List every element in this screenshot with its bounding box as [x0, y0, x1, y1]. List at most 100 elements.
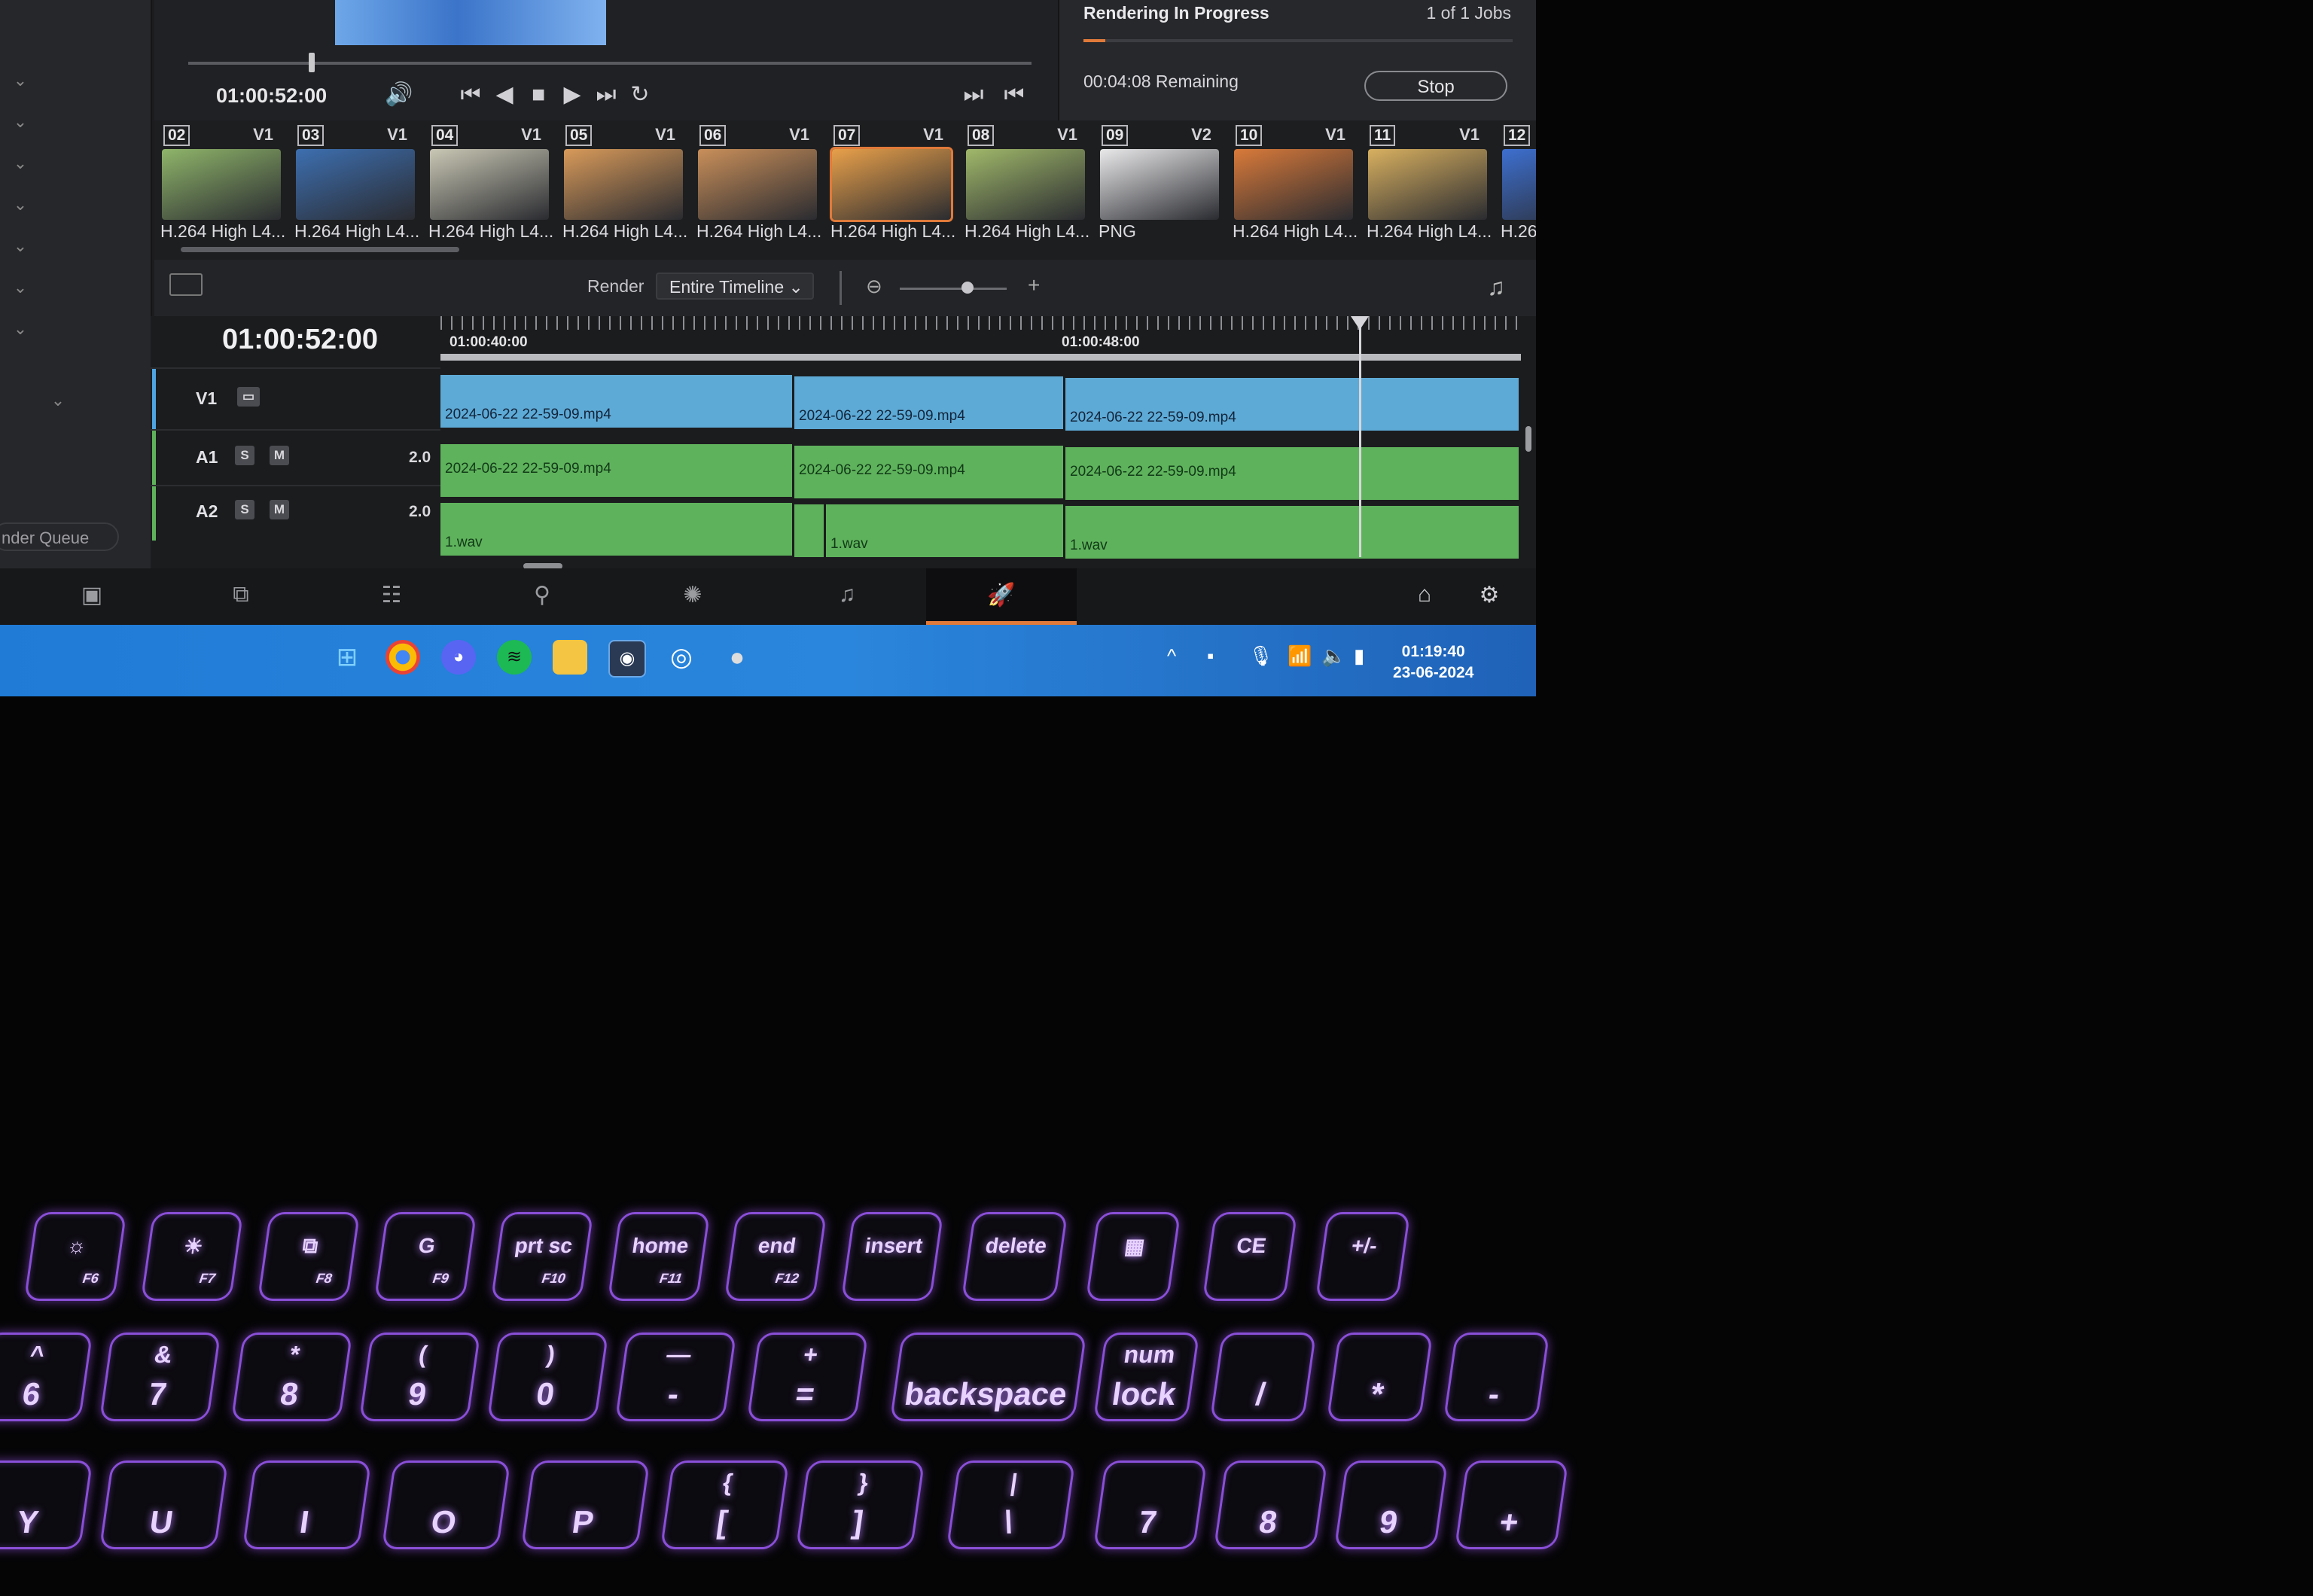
clip-thumbnail[interactable]: 04 V1 H.264 High L4...	[422, 120, 553, 256]
zoom-out-icon[interactable]: ⊖	[866, 275, 882, 298]
deliver-page-icon[interactable]: 🚀	[979, 582, 1024, 608]
chevron-down-icon[interactable]: ⌄	[8, 316, 33, 342]
timeline-vertical-scrollbar[interactable]	[1525, 426, 1531, 452]
clip-thumbnail[interactable]: 05 V1 H.264 High L4...	[556, 120, 687, 256]
chevron-down-icon[interactable]: ⌄	[8, 109, 33, 135]
keyboard-key[interactable]: ⧉ F8	[257, 1212, 361, 1301]
chevron-down-icon[interactable]: ⌄	[45, 388, 71, 413]
keyboard-key[interactable]: {[	[660, 1460, 790, 1549]
keyboard-key[interactable]: U	[99, 1460, 229, 1549]
clip-thumbnail[interactable]: 12 H.264	[1495, 120, 1536, 256]
keyboard-key[interactable]: }]	[795, 1460, 925, 1549]
keyboard-key[interactable]: 7	[1093, 1460, 1208, 1549]
settings-gear-icon[interactable]: ⚙	[1467, 582, 1512, 608]
wifi-icon[interactable]: 📶	[1288, 644, 1312, 668]
keyboard-key[interactable]: ^ 6	[0, 1333, 93, 1421]
zoom-slider[interactable]	[900, 288, 1007, 290]
prev-clip-icon[interactable]: ⏮	[999, 81, 1029, 108]
battery-icon[interactable]: ▮	[1354, 644, 1364, 668]
audio-clip[interactable]	[794, 504, 826, 557]
keyboard-key[interactable]: ▦	[1085, 1212, 1181, 1301]
spotify-icon[interactable]: ≋	[497, 640, 532, 675]
color-page-icon[interactable]: ✺	[670, 582, 715, 608]
video-clip[interactable]: 2024-06-22 22-59-09.mp4	[1065, 378, 1521, 431]
zoom-in-icon[interactable]: +	[1028, 273, 1040, 297]
loop-icon[interactable]: ↻	[625, 81, 655, 108]
video-clip[interactable]: 2024-06-22 22-59-09.mp4	[440, 375, 794, 428]
keyboard-key[interactable]: ☀ F7	[140, 1212, 244, 1301]
next-clip-icon[interactable]: ⏭	[958, 81, 989, 108]
keyboard-key[interactable]: end F12	[724, 1212, 827, 1301]
keyboard-key[interactable]: G F9	[373, 1212, 477, 1301]
keyboard-key[interactable]: | \	[946, 1460, 1076, 1549]
keyboard-key[interactable]: CE	[1202, 1212, 1298, 1301]
tray-app-icon[interactable]: ▪	[1207, 644, 1214, 668]
audio-clip[interactable]: 2024-06-22 22-59-09.mp4	[794, 446, 1065, 498]
chevron-down-icon[interactable]: ⌄	[8, 151, 33, 176]
play-icon[interactable]: ▶	[557, 81, 587, 108]
track-header-a2[interactable]: A2 S M 2.0	[151, 485, 440, 541]
keyboard-key[interactable]: delete	[961, 1212, 1068, 1301]
keyboard-key[interactable]: num lock	[1093, 1333, 1200, 1421]
keyboard-key[interactable]: + =	[746, 1333, 869, 1421]
speaker-icon[interactable]: 🔈	[1321, 644, 1345, 668]
audio-clip[interactable]: 2024-06-22 22-59-09.mp4	[1065, 447, 1521, 500]
solo-button[interactable]: S	[235, 446, 254, 465]
keyboard-key[interactable]: & 7	[99, 1333, 221, 1421]
track-header-a1[interactable]: A1 S M 2.0	[151, 429, 440, 485]
step-back-icon[interactable]: ◀	[489, 81, 520, 108]
windows-start-icon[interactable]: ⊞	[330, 640, 364, 675]
mute-button[interactable]: M	[270, 446, 289, 465]
solo-button[interactable]: S	[235, 500, 254, 519]
taskbar-clock[interactable]: 01:19:40 23-06-2024	[1393, 641, 1473, 684]
chevron-down-icon[interactable]: ⌄	[8, 68, 33, 93]
scrubber-handle[interactable]	[309, 53, 315, 72]
chevron-down-icon[interactable]: ⌄	[8, 233, 33, 259]
mute-button[interactable]: M	[270, 500, 289, 519]
keyboard-key[interactable]: — -	[614, 1333, 737, 1421]
clip-thumbnail[interactable]: 07 V1 H.264 High L4...	[824, 120, 955, 256]
go-to-end-icon[interactable]: ⏭	[591, 81, 621, 108]
obs-icon[interactable]: ◎	[664, 640, 699, 675]
fusion-page-icon[interactable]: ⚲	[520, 582, 565, 608]
keyboard-key[interactable]: ☼ F6	[23, 1212, 127, 1301]
keyboard-key[interactable]: prt sc F10	[490, 1212, 594, 1301]
keyboard-key[interactable]: O	[381, 1460, 511, 1549]
render-queue-button[interactable]: nder Queue	[0, 522, 119, 551]
keyboard-key[interactable]: insert	[840, 1212, 944, 1301]
video-clip[interactable]: 2024-06-22 22-59-09.mp4	[794, 376, 1065, 429]
keyboard-key[interactable]: I	[242, 1460, 372, 1549]
chrome-icon[interactable]	[386, 640, 420, 675]
volume-icon[interactable]: 🔊	[384, 81, 414, 108]
audio-clip[interactable]: 1.wav	[440, 503, 794, 556]
keyboard-key[interactable]: backspace	[889, 1333, 1087, 1421]
clip-thumbnail[interactable]: 09 V2 PNG	[1093, 120, 1222, 256]
clip-thumbnail[interactable]: 02 V1 H.264 High L4...	[154, 120, 285, 256]
clip-strip-scrollbar[interactable]	[181, 247, 459, 252]
audio-clip[interactable]: 1.wav	[1065, 506, 1521, 559]
discord-icon[interactable]: ◕	[441, 640, 476, 675]
keyboard-key[interactable]: * 8	[230, 1333, 353, 1421]
fairlight-page-icon[interactable]: ♫	[824, 582, 870, 608]
microphone-icon[interactable]: 🎙	[1248, 644, 1273, 668]
keyboard-key[interactable]: (9	[358, 1333, 481, 1421]
render-range-select[interactable]: Entire Timeline ⌄	[656, 273, 814, 300]
media-page-icon[interactable]: ▣	[69, 582, 114, 608]
stop-render-button[interactable]: Stop	[1364, 71, 1507, 101]
clip-thumbnail[interactable]: 06 V1 H.264 High L4...	[690, 120, 821, 256]
music-note-icon[interactable]: ♫	[1487, 273, 1505, 301]
chevron-up-icon[interactable]: ^	[1167, 644, 1176, 668]
keyboard-key[interactable]: *	[1326, 1333, 1434, 1421]
zoom-slider-knob[interactable]	[961, 282, 974, 294]
chevron-down-icon[interactable]: ⌄	[8, 275, 33, 300]
playhead[interactable]	[1359, 316, 1361, 557]
edit-page-icon[interactable]: ☷	[369, 582, 414, 608]
keyboard-key[interactable]: 8	[1213, 1460, 1328, 1549]
davinci-resolve-icon[interactable]: ◉	[608, 640, 646, 678]
home-icon[interactable]: ⌂	[1402, 582, 1447, 608]
keyboard-key[interactable]: /	[1209, 1333, 1317, 1421]
clip-thumbnail[interactable]: 10 V1 H.264 High L4...	[1227, 120, 1358, 256]
keyboard-key[interactable]: +	[1454, 1460, 1569, 1549]
audio-clip[interactable]: 1.wav	[826, 504, 1065, 557]
keyboard-key[interactable]: Y	[0, 1460, 93, 1549]
